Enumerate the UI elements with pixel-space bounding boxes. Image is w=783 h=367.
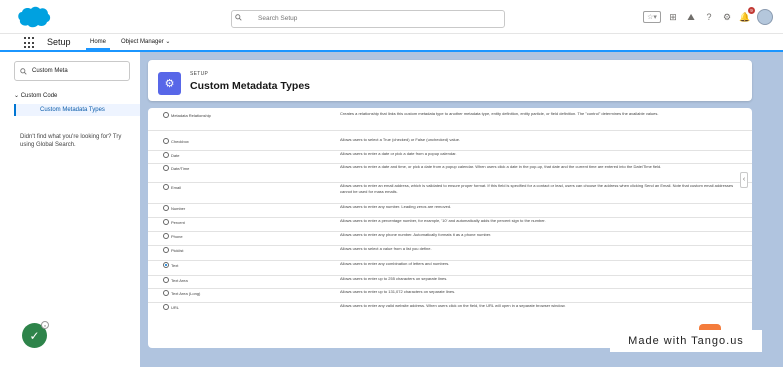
field-type-description: Allows users to enter a date or pick a d… <box>340 151 457 156</box>
field-type-description: Allows users to select a value from a li… <box>340 246 432 251</box>
field-type-description: Allows users to enter any combination of… <box>340 261 450 266</box>
gear-icon[interactable]: ⚙ <box>721 11 733 23</box>
setup-gear-icon: ⚙ <box>158 72 181 95</box>
salesforce-logo[interactable] <box>18 6 51 28</box>
field-type-radio[interactable] <box>163 262 169 268</box>
notifications-badge: 9 <box>748 7 755 14</box>
global-header: Search Setup ☆▾ ⊞ ⛰ ? ⚙ 🔔 9 <box>0 0 783 34</box>
notifications-bell-icon[interactable]: 🔔 9 <box>739 7 755 23</box>
field-type-description: Allows users to enter up to 255 characte… <box>340 276 448 281</box>
page-header: ⚙ SETUP Custom Metadata Types <box>148 60 752 101</box>
field-type-radio[interactable] <box>163 304 169 310</box>
search-icon <box>20 68 27 75</box>
app-name: Setup <box>47 37 71 47</box>
app-navigation-bar: Setup Home Object Manager ⌄ <box>0 34 783 52</box>
field-type-description: Allows users to enter up to 131,072 char… <box>340 289 456 294</box>
field-type-label[interactable]: Text <box>171 263 178 268</box>
field-type-row: Date/Time Allows users to enter a date an… <box>148 164 752 179</box>
field-type-label[interactable]: Text Area <box>171 278 188 283</box>
tree-node-custom-code[interactable]: ⌄ Custom Code <box>14 92 57 99</box>
field-type-radio[interactable] <box>163 138 169 144</box>
header-utility-icons: ☆▾ ⊞ ⛰ ? ⚙ 🔔 9 <box>643 7 773 27</box>
tab-object-manager-label: Object Manager <box>121 39 164 45</box>
field-type-description: Allows users to select a True (checked) … <box>340 137 461 142</box>
field-type-label[interactable]: Percent <box>171 220 185 225</box>
star-icon: ☆▾ <box>647 14 657 21</box>
user-avatar[interactable] <box>757 9 773 25</box>
search-setup-input[interactable]: Search Setup <box>231 10 505 28</box>
field-type-description: Allows users to enter an email address, … <box>340 183 734 194</box>
help-icon[interactable]: ? <box>703 11 715 23</box>
sidebar-item-custom-metadata-types[interactable]: Custom Metadata Types <box>14 104 140 116</box>
field-type-radio[interactable] <box>163 165 169 171</box>
quick-find-value: Custom Meta <box>32 68 68 74</box>
field-type-radio[interactable] <box>163 219 169 225</box>
field-type-radio[interactable] <box>163 277 169 283</box>
field-type-row: URL Allows users to enter any valid websi… <box>148 303 752 318</box>
field-type-description: Allows users to enter any phone number. … <box>340 232 492 237</box>
tango-watermark: Made with Tango.us <box>610 330 762 352</box>
field-type-radio[interactable] <box>163 184 169 190</box>
close-icon[interactable]: × <box>41 321 49 329</box>
field-type-label[interactable]: Date <box>171 153 179 158</box>
tab-object-manager[interactable]: Object Manager ⌄ <box>117 34 174 50</box>
main-content-area: ⚙ SETUP Custom Metadata Types Metadata R… <box>140 52 783 367</box>
search-placeholder: Search Setup <box>258 15 298 22</box>
field-type-label[interactable]: Date/Time <box>171 166 189 171</box>
field-type-radio[interactable] <box>163 152 169 158</box>
field-type-radio[interactable] <box>163 112 169 118</box>
side-panel-toggle[interactable]: ‹ <box>740 172 748 188</box>
field-type-label[interactable]: Email <box>171 185 181 190</box>
field-type-description: Allows users to enter a percentage numbe… <box>340 218 546 223</box>
field-type-label[interactable]: Number <box>171 206 185 211</box>
field-type-row: Metadata Relationship Creates a relations… <box>148 111 752 126</box>
favorites-button[interactable]: ☆▾ <box>643 11 661 23</box>
field-type-description: Allows users to enter any number. Leadin… <box>340 204 452 209</box>
field-type-description: Allows users to enter any valid website … <box>340 303 566 308</box>
field-type-row: Text Allows users to enter any combinatio… <box>148 261 752 276</box>
field-type-description: Allows users to enter a date and time, o… <box>340 164 662 169</box>
app-launcher-icon[interactable] <box>24 37 36 49</box>
not-found-help-text: Didn't find what you're looking for? Try… <box>20 134 122 148</box>
row-divider <box>148 130 752 131</box>
field-type-label[interactable]: Checkbox <box>171 139 189 144</box>
field-type-radio[interactable] <box>163 247 169 253</box>
field-type-row: Email Allows users to enter an email addr… <box>148 183 752 198</box>
success-check-icon: ✓ × <box>22 321 49 348</box>
global-actions-icon[interactable]: ⊞ <box>667 11 679 23</box>
field-type-row: Picklist Allows users to select a value f… <box>148 246 752 261</box>
setup-sidebar: Custom Meta ⌄ Custom Code Custom Metadat… <box>0 52 140 367</box>
field-type-label[interactable]: Metadata Relationship <box>171 113 211 118</box>
tab-home[interactable]: Home <box>86 34 111 50</box>
chevron-down-icon: ⌄ <box>165 39 171 45</box>
field-type-radio[interactable] <box>163 233 169 239</box>
field-type-list: Metadata Relationship Creates a relations… <box>148 108 752 348</box>
field-type-label[interactable]: URL <box>171 305 179 310</box>
field-type-description: Creates a relationship that links this c… <box>340 111 659 116</box>
page-breadcrumb: SETUP <box>190 71 209 77</box>
field-type-label[interactable]: Text Area (Long) <box>171 291 200 296</box>
page-title: Custom Metadata Types <box>190 80 310 92</box>
quick-find-input[interactable]: Custom Meta <box>14 61 130 81</box>
search-icon <box>235 14 242 21</box>
field-type-label[interactable]: Phone <box>171 234 183 239</box>
field-type-label[interactable]: Picklist <box>171 248 183 253</box>
tree-node-label: Custom Code <box>20 93 58 99</box>
field-type-radio[interactable] <box>163 290 169 296</box>
chevron-down-icon: ⌄ <box>14 93 20 99</box>
trailhead-icon[interactable]: ⛰ <box>685 11 697 23</box>
field-type-radio[interactable] <box>163 205 169 211</box>
